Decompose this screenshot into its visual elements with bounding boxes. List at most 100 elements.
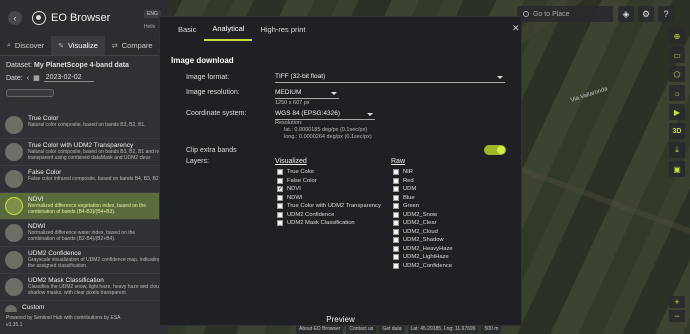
tab-compare[interactable]: ⇄ Compare: [105, 36, 160, 55]
user-greeting: Hello: [144, 24, 156, 30]
tab-discover[interactable]: ⌕ Discover: [0, 36, 51, 55]
layer-tools-bar[interactable]: [6, 89, 54, 97]
raw-checkbox-item[interactable]: UDM2_Shadow: [393, 236, 444, 244]
checkbox[interactable]: [393, 245, 399, 252]
clip-extra-bands-label: Clip extra bands: [186, 147, 237, 154]
about-link[interactable]: About EO Browser: [296, 325, 344, 334]
layer-title: True Color with UDM2 Transparency: [28, 142, 134, 149]
clip-extra-bands-toggle[interactable]: [484, 145, 506, 155]
tab-high-res-print[interactable]: High-res print: [252, 17, 313, 41]
get-data-link[interactable]: Get data: [379, 325, 405, 334]
checkbox-label: UDM2_Shadow: [403, 237, 444, 243]
coordinates-readout: Lat: 45.29185, Lng: 11.97699: [407, 325, 479, 334]
layer-item[interactable]: False Color False color infrared composit…: [0, 166, 168, 193]
image-format-select[interactable]: TIFF (32-bit float): [275, 73, 505, 83]
raw-checkbox-item[interactable]: UDM2_HeavyHaze: [393, 245, 453, 253]
checkbox[interactable]: [277, 203, 283, 209]
checkbox[interactable]: [277, 211, 283, 218]
measure-icon[interactable]: ▭: [669, 47, 685, 63]
checkbox[interactable]: [393, 186, 399, 192]
layer-title: UDM2 Mask Classification: [28, 277, 104, 284]
checkbox-label: UDM2_Clear: [403, 220, 437, 226]
timelapse-icon[interactable]: ▶: [669, 104, 685, 120]
resolution-long: long.: 0.0000264 deg/px (0.1sec/px): [284, 134, 372, 140]
info-icon[interactable]: ?: [658, 6, 674, 22]
raw-checkbox-item[interactable]: UDM2_LightHaze: [393, 253, 449, 261]
checkbox[interactable]: [393, 203, 399, 209]
calendar-icon[interactable]: ▦: [33, 74, 40, 82]
checkbox[interactable]: [277, 220, 283, 226]
raw-checkbox-item[interactable]: Red: [393, 177, 414, 185]
tab-label: Compare: [121, 41, 153, 50]
date-input[interactable]: 2023-02-02: [43, 74, 94, 82]
raw-checkbox-item[interactable]: UDM2_Cloud: [393, 228, 438, 236]
checkbox-label: UDM2_LightHaze: [403, 254, 449, 260]
tab-analytical[interactable]: Analytical: [204, 17, 253, 41]
pin-icon[interactable]: ⊕: [669, 28, 685, 44]
checkbox[interactable]: [393, 262, 399, 269]
layer-item-selected[interactable]: NDVI Normalized difference vegetation ind…: [0, 193, 168, 220]
visualized-checkbox-item[interactable]: True Color: [277, 168, 314, 176]
checkbox[interactable]: [277, 194, 283, 201]
layer-item[interactable]: UDM2 Confidence Grayscale visualization o…: [0, 247, 168, 274]
visualized-checkbox-item[interactable]: True Color with UDM2 Transparency: [277, 202, 381, 210]
panel-header: ‹ EO Browser: [0, 0, 168, 36]
checkbox-label: True Color: [287, 169, 315, 175]
image-resolution-select[interactable]: MEDIUM: [275, 89, 339, 99]
place-search[interactable]: Go to Place: [517, 6, 613, 22]
zoom-in-button[interactable]: +: [669, 296, 685, 308]
layers-icon[interactable]: ◈: [618, 6, 634, 22]
zoom-out-button[interactable]: −: [669, 310, 685, 322]
tab-label: Visualize: [67, 41, 98, 50]
crs-select[interactable]: WGS 84 (EPSG:4326): [275, 110, 375, 120]
crs-value: WGS 84 (EPSG:4326): [275, 110, 341, 117]
search-placeholder: Go to Place: [533, 10, 570, 18]
gear-icon[interactable]: ⚙: [638, 6, 654, 22]
layer-item[interactable]: UDM2 Mask Classification Classifies the U…: [0, 274, 168, 301]
checkbox[interactable]: [393, 211, 399, 218]
visualized-checkbox-item[interactable]: UDM2 Mask Classification: [277, 219, 355, 227]
effects-icon[interactable]: ☼: [669, 85, 685, 101]
layer-item[interactable]: True Color with UDM2 Transparency Natural…: [0, 139, 168, 166]
image-icon[interactable]: ▣: [669, 161, 685, 177]
chevron-down-icon: [497, 76, 503, 79]
layer-item[interactable]: True Color Natural color composite, based…: [0, 112, 168, 139]
raw-checkbox-item[interactable]: Blue: [393, 194, 415, 202]
tab-basic[interactable]: Basic: [170, 17, 204, 41]
layer-item[interactable]: NDWI Normalized difference water index, b…: [0, 220, 168, 247]
checkbox[interactable]: [393, 169, 399, 175]
raw-checkbox-item[interactable]: NIR: [393, 168, 413, 176]
checkbox[interactable]: [393, 220, 399, 226]
search-icon: ⌕: [7, 41, 11, 49]
visualized-checkbox-item[interactable]: UDM2 Confidence: [277, 211, 334, 219]
checkbox[interactable]: [393, 254, 399, 260]
checkbox[interactable]: [277, 185, 283, 192]
3d-button[interactable]: 3D: [669, 123, 685, 139]
raw-checkbox-item[interactable]: UDM2_Snow: [393, 211, 437, 219]
polygon-icon[interactable]: ⬠: [669, 66, 685, 82]
compare-icon: ⇄: [111, 42, 118, 50]
checkbox[interactable]: [277, 177, 283, 184]
checkbox[interactable]: [393, 228, 399, 235]
back-button[interactable]: ‹: [8, 11, 22, 25]
layer-title: True Color: [28, 115, 59, 122]
checkbox[interactable]: [393, 177, 399, 184]
visualized-checkbox-item[interactable]: NDWI: [277, 194, 302, 202]
checkbox[interactable]: [393, 237, 399, 243]
visualized-checkbox-item[interactable]: False Color: [277, 177, 317, 185]
checkbox[interactable]: [393, 194, 399, 201]
contact-link[interactable]: Contact us: [346, 325, 377, 334]
preview-button[interactable]: Preview: [160, 315, 521, 324]
raw-checkbox-item[interactable]: UDM: [393, 185, 416, 193]
download-icon[interactable]: ⤓: [669, 142, 685, 158]
layer-thumbnail: [5, 224, 23, 242]
section-title: Image download: [171, 56, 234, 65]
visualized-checkbox-item[interactable]: NDVI: [277, 185, 301, 193]
raw-checkbox-item[interactable]: UDM2_Confidence: [393, 262, 452, 270]
tab-visualize[interactable]: ✎ Visualize: [51, 36, 105, 55]
close-icon[interactable]: ✕: [512, 23, 520, 34]
raw-checkbox-item[interactable]: Green: [393, 202, 419, 210]
raw-checkbox-item[interactable]: UDM2_Clear: [393, 219, 437, 227]
prev-date-icon[interactable]: ‹: [27, 75, 29, 82]
checkbox[interactable]: [277, 169, 283, 175]
